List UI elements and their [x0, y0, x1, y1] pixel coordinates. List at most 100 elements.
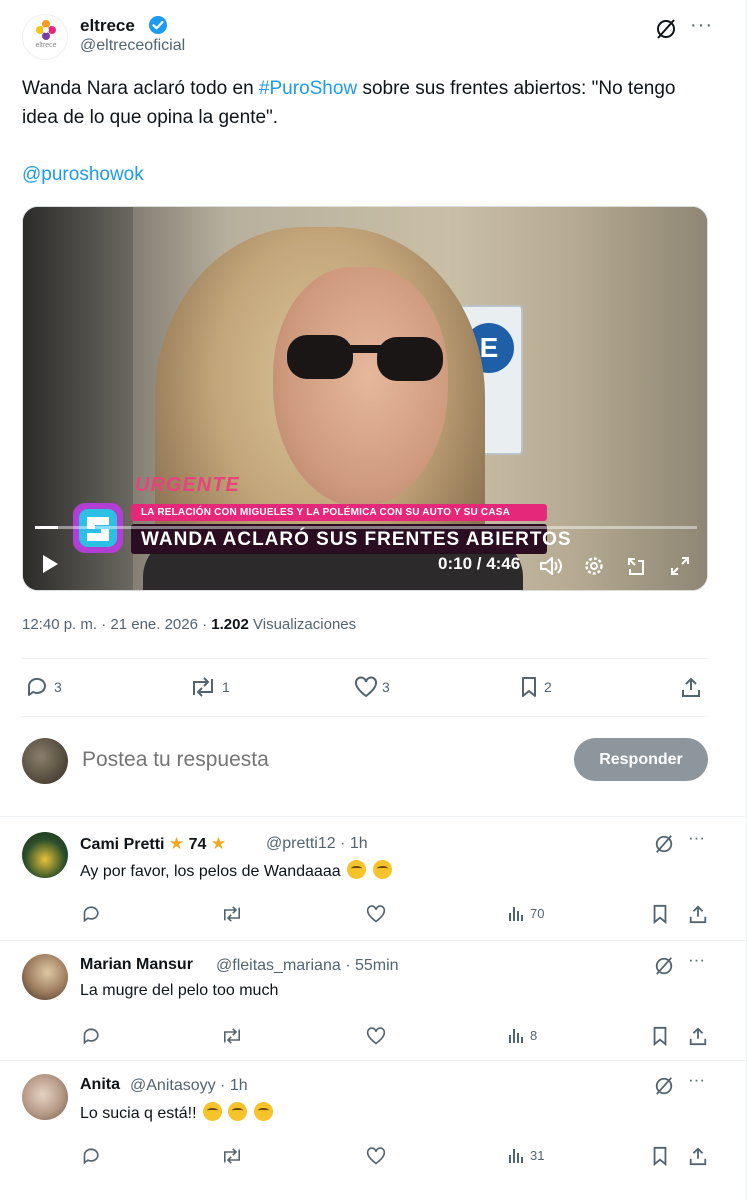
bookmark-icon — [653, 1146, 667, 1166]
volume-icon[interactable] — [539, 555, 563, 577]
share-action[interactable] — [688, 1026, 708, 1046]
post-meta: 12:40 p. m. · 21 ene. 2026 · 1.202 Visua… — [22, 616, 356, 633]
repost-action[interactable] — [220, 904, 244, 924]
views-action[interactable]: 70 — [508, 904, 544, 922]
analytics-icon — [509, 907, 523, 921]
more-options-icon[interactable]: ··· — [688, 1070, 705, 1090]
lower-third-headline-text: WANDA ACLARÓ SUS FRENTES ABIERTOS — [141, 529, 572, 550]
reply-submit-button[interactable]: Responder — [574, 738, 708, 781]
mention-link[interactable]: @puroshowok — [22, 164, 144, 186]
heart-icon — [366, 1147, 386, 1165]
share-icon — [689, 1147, 707, 1166]
bookmark-action[interactable] — [650, 904, 670, 924]
bookmark-action[interactable] — [650, 1026, 670, 1046]
like-action[interactable] — [366, 904, 386, 924]
video-player[interactable]: E URGENTE LA RELACIÓN CON MIGUELES Y LA … — [22, 206, 708, 591]
like-action[interactable] — [366, 1026, 386, 1046]
reply-item[interactable]: Marian Mansur @fleitas_mariana · 55min ·… — [0, 940, 747, 1060]
reply-author-name[interactable]: Cami Pretti ★ 74 ★ — [80, 834, 226, 854]
share-action[interactable] — [680, 676, 702, 698]
heart-icon — [355, 676, 377, 698]
more-options-icon[interactable]: ··· — [690, 14, 713, 37]
views-count: 8 — [530, 1027, 538, 1043]
author-handle[interactable]: @eltreceoficial — [80, 37, 185, 55]
reply-avatar[interactable] — [22, 1074, 68, 1120]
picture-in-picture-icon[interactable] — [625, 555, 647, 577]
views-count: 70 — [530, 905, 545, 921]
divider — [22, 716, 708, 717]
tweet-text: Wanda Nara aclaró todo en #PuroShow sobr… — [22, 74, 712, 132]
reply-author-name[interactable]: Marian Mansur — [80, 956, 193, 974]
repost-count: 1 — [222, 679, 230, 695]
post-timestamp[interactable]: 12:40 p. m. · 21 ene. 2026 · — [22, 616, 211, 633]
reply-text: Ay por favor, los pelos de Wandaaaa — [80, 860, 392, 881]
grok-icon[interactable] — [654, 956, 674, 976]
reply-icon — [83, 1148, 99, 1165]
reply-icon — [27, 677, 46, 696]
share-action[interactable] — [688, 1146, 708, 1166]
star-icon: ★ — [168, 834, 185, 853]
heart-icon — [366, 1027, 386, 1045]
bookmark-icon — [653, 1026, 667, 1046]
current-user-avatar[interactable] — [22, 738, 68, 784]
like-action[interactable]: 3 — [354, 676, 390, 698]
like-count: 3 — [382, 679, 390, 695]
repost-icon — [193, 677, 213, 697]
share-icon — [689, 905, 707, 924]
video-time: 0:10 / 4:46 — [438, 554, 521, 573]
repost-action[interactable]: 1 — [188, 676, 230, 698]
repost-action[interactable] — [220, 1026, 244, 1046]
bookmark-action[interactable] — [650, 1146, 670, 1166]
views-action[interactable]: 31 — [508, 1146, 544, 1164]
author-avatar[interactable]: eltrece — [22, 14, 68, 60]
tweet-header: eltrece eltrece @eltreceoficial ··· — [22, 12, 722, 62]
eye-roll-emoji-icon — [347, 860, 367, 879]
grok-icon[interactable] — [654, 834, 674, 854]
reply-text: Lo sucia q está!! — [80, 1102, 273, 1123]
reply-item[interactable]: Cami Pretti ★ 74 ★ @pretti12 · 1h ··· Ay… — [0, 818, 747, 938]
grok-icon[interactable] — [654, 1076, 674, 1096]
reply-text-content: Ay por favor, los pelos de Wandaaaa — [80, 863, 341, 880]
reply-action[interactable] — [82, 904, 102, 924]
reply-author-name[interactable]: Anita — [80, 1076, 120, 1094]
reply-item[interactable]: Anita @Anitasoyy · 1h ··· Lo sucia q est… — [0, 1060, 747, 1180]
like-action[interactable] — [366, 1146, 386, 1166]
share-icon — [682, 677, 700, 697]
views-action[interactable]: 8 — [508, 1026, 537, 1044]
nauseated-emoji-icon — [202, 1102, 222, 1121]
reply-icon — [83, 906, 99, 923]
reply-action[interactable] — [82, 1146, 102, 1166]
reply-text: La mugre del pelo too much — [80, 982, 279, 999]
fullscreen-icon[interactable] — [669, 555, 691, 577]
video-progress-bar[interactable] — [35, 526, 697, 529]
logo-caption: eltrece — [35, 42, 57, 49]
reply-icon — [83, 1028, 99, 1045]
video-subject-face — [273, 267, 448, 507]
reply-handle-time[interactable]: @fleitas_mariana · 55min — [216, 957, 399, 975]
more-options-icon[interactable]: ··· — [688, 950, 705, 970]
hashtag-link[interactable]: #PuroShow — [259, 78, 357, 99]
bookmark-action[interactable]: 2 — [518, 676, 552, 698]
share-action[interactable] — [688, 904, 708, 924]
play-icon[interactable] — [39, 553, 61, 575]
grok-icon[interactable] — [655, 18, 677, 40]
reply-action[interactable] — [82, 1026, 102, 1046]
tweet-text-start: Wanda Nara aclaró todo en — [22, 78, 259, 99]
nauseated-emoji-icon — [228, 1102, 248, 1121]
author-name[interactable]: eltrece — [80, 16, 135, 36]
repost-icon — [224, 1148, 240, 1164]
reply-input[interactable] — [82, 748, 542, 772]
nauseated-emoji-icon — [253, 1102, 273, 1121]
reply-handle-time[interactable]: @Anitasoyy · 1h — [130, 1077, 248, 1095]
eltrece-logo-icon — [36, 20, 56, 40]
reply-author-name-text: Cami Pretti — [80, 836, 165, 853]
reply-action[interactable]: 3 — [26, 676, 62, 698]
more-options-icon[interactable]: ··· — [688, 828, 705, 848]
lower-third-subtitle-text: LA RELACIÓN CON MIGUELES Y LA POLÉMICA C… — [141, 507, 511, 518]
section-divider — [0, 816, 747, 817]
settings-gear-icon[interactable] — [583, 555, 605, 577]
reply-handle-time[interactable]: @pretti12 · 1h — [266, 835, 368, 853]
repost-action[interactable] — [220, 1146, 244, 1166]
reply-avatar[interactable] — [22, 832, 68, 878]
reply-avatar[interactable] — [22, 954, 68, 1000]
